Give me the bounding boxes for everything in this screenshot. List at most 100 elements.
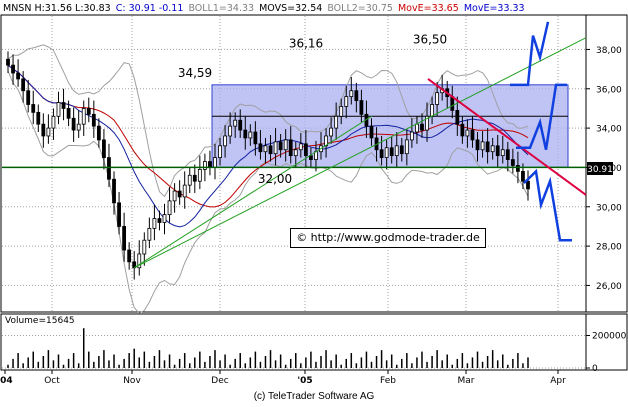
price-tick-label: 28,00: [596, 243, 622, 253]
watermark-url: © http://www.godmode-trader.de: [290, 228, 486, 248]
candle-up: [293, 149, 298, 157]
candle-up: [329, 127, 334, 137]
candle-up: [182, 184, 187, 198]
candle-down: [31, 104, 36, 113]
candle-up: [218, 145, 222, 159]
candle-down: [26, 90, 31, 105]
candle-down: [157, 218, 162, 223]
candle-up: [76, 123, 81, 131]
candle-up: [167, 200, 172, 216]
candle-down: [41, 123, 46, 137]
candle-down: [420, 123, 424, 131]
candle-down: [112, 178, 116, 204]
candle-down: [475, 139, 480, 151]
candle-up: [56, 102, 61, 117]
candle-up: [349, 90, 354, 98]
candle-down: [122, 226, 127, 251]
candle-down: [399, 145, 404, 155]
candle-down: [485, 141, 490, 153]
candle-down: [117, 202, 121, 227]
time-tick-label: '05: [297, 376, 312, 386]
candle-down: [470, 129, 475, 141]
price-annotation: 36,50: [413, 33, 447, 47]
candle-down: [516, 165, 520, 172]
volume-tick-label: 0: [592, 364, 598, 374]
candle-up: [500, 149, 505, 157]
candle-up: [223, 135, 227, 147]
candle-up: [228, 125, 233, 137]
candle-down: [36, 111, 41, 125]
candle-up: [435, 92, 440, 105]
header-boll1: BOLL1=34.33: [188, 3, 255, 14]
candle-up: [334, 115, 339, 129]
candle-down: [243, 129, 248, 139]
volume-label: Volume=15645: [5, 316, 75, 326]
candle-down: [495, 145, 500, 157]
time-axis: '04 Oct Nov Dec '05 Feb Mar Apr: [0, 370, 566, 386]
candle-down: [526, 180, 530, 190]
candle-down: [86, 108, 91, 115]
time-tick-label: Feb: [380, 376, 396, 386]
candle-up: [404, 139, 409, 155]
candle-up: [430, 104, 434, 117]
candle-down: [354, 90, 359, 101]
candle-down: [389, 147, 394, 157]
candle-up: [273, 141, 278, 155]
time-tick-label: Mar: [458, 376, 475, 386]
candle-up: [81, 108, 86, 125]
candle-down: [258, 143, 263, 153]
candle-up: [202, 161, 207, 170]
candle-down: [278, 141, 283, 151]
candle-down: [510, 159, 515, 166]
candle-down: [253, 131, 258, 145]
candle-up: [409, 131, 414, 141]
price-tick-label: 38,00: [596, 46, 622, 56]
candle-up: [172, 190, 177, 202]
candle-up: [394, 145, 399, 157]
candle-down: [177, 190, 182, 198]
candle-up: [248, 131, 253, 139]
last-price-value: 30.91: [587, 165, 613, 175]
candle-up: [152, 218, 157, 229]
header-change: C: 30.91 -0.11: [115, 3, 184, 14]
candle-down: [127, 249, 132, 263]
price-tick-label: 34,00: [596, 125, 622, 135]
candle-down: [521, 170, 525, 182]
candle-down: [208, 161, 212, 168]
candle-down: [96, 125, 101, 141]
candle-up: [51, 115, 56, 129]
candle-up: [263, 145, 268, 153]
candle-down: [268, 145, 273, 155]
candle-down: [21, 78, 26, 92]
candle-up: [339, 106, 344, 117]
price-tick-label: 36,00: [596, 85, 622, 95]
candle-up: [490, 145, 495, 153]
price-annotation: 32,00: [258, 172, 292, 186]
time-tick-label: '04: [0, 376, 13, 386]
candle-down: [192, 174, 197, 182]
candle-down: [102, 139, 106, 158]
candle-down: [369, 125, 374, 139]
time-tick-label: Apr: [550, 376, 566, 386]
candle-down: [61, 102, 66, 109]
candle-up: [213, 157, 217, 168]
candle-up: [142, 239, 147, 255]
candle-down: [505, 149, 510, 160]
candle-up: [415, 123, 419, 133]
candle-down: [66, 108, 71, 119]
candle-down: [11, 64, 15, 74]
price-tick-label: 26,00: [596, 282, 622, 292]
candle-down: [288, 139, 293, 157]
candle-up: [46, 127, 51, 137]
chart-header: MNSN H:31.56 L:30.83 C: 30.91 -0.11 BOLL…: [3, 3, 527, 15]
candle-down: [238, 119, 243, 131]
header-move-blue: MovE=33.33: [463, 3, 525, 14]
candle-up: [480, 141, 485, 151]
price-tick-label: 30,00: [596, 203, 622, 213]
last-price-tag: 30.91: [587, 162, 613, 175]
candle-down: [455, 110, 460, 125]
candle-down: [16, 72, 20, 80]
candle-down: [71, 117, 76, 131]
header-movs: MOVS=32.54: [259, 3, 323, 14]
time-tick-label: Nov: [123, 376, 141, 386]
